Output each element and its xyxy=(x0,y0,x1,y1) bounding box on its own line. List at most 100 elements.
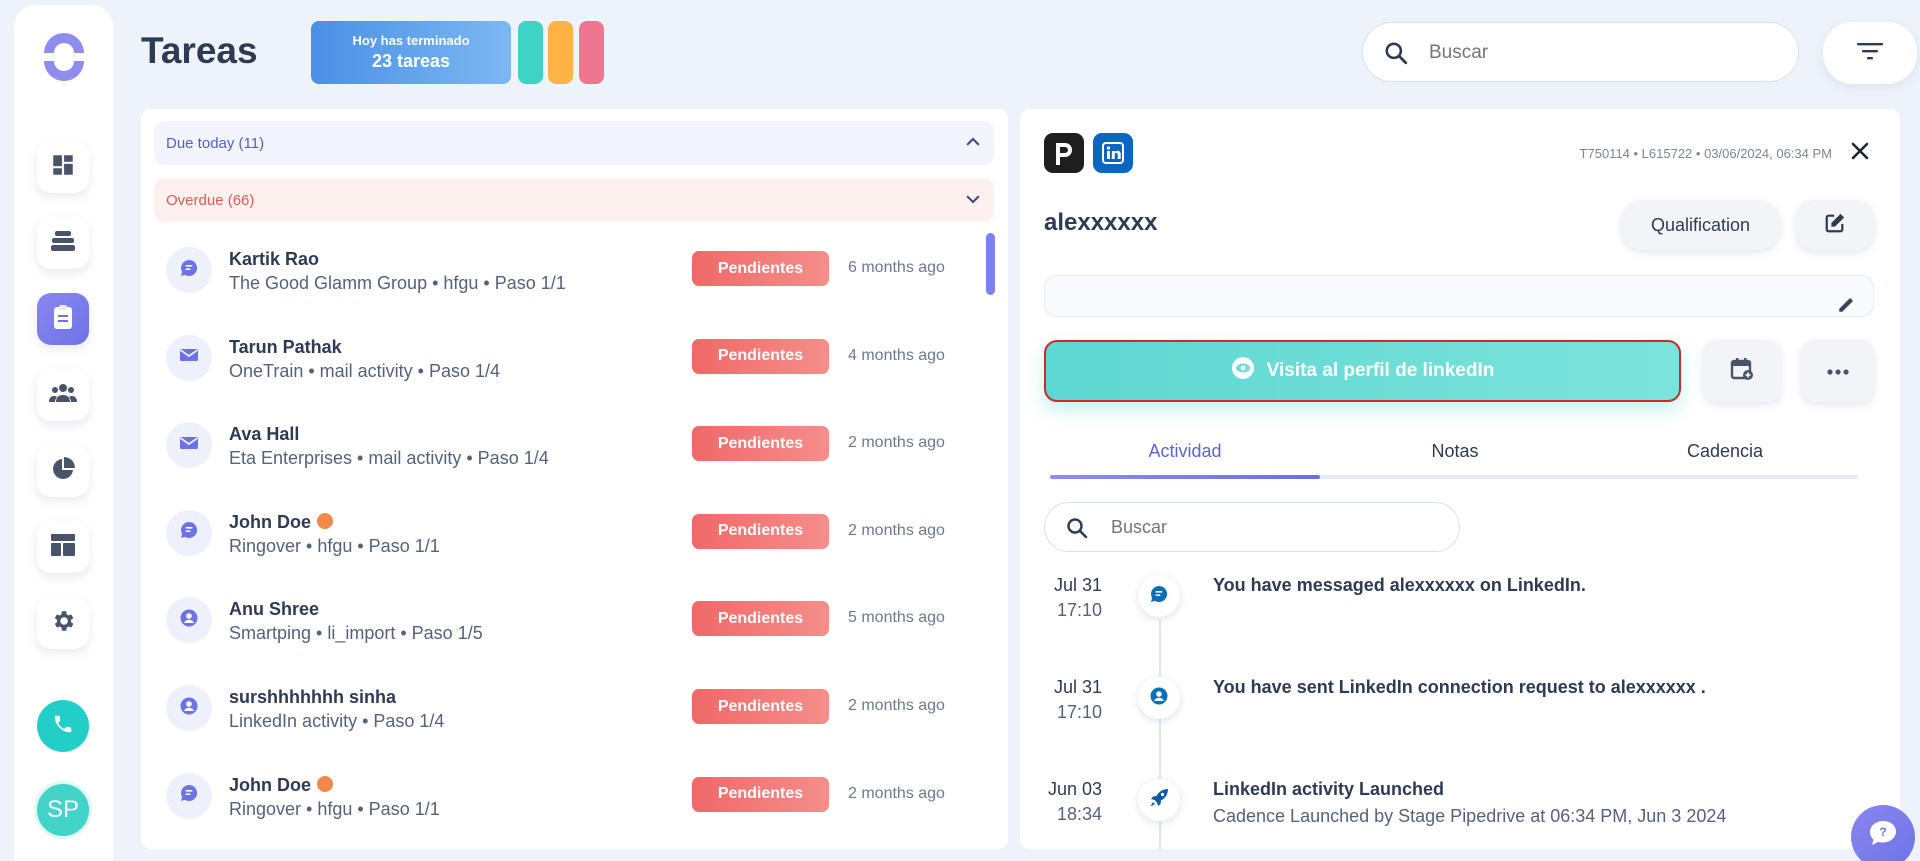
sidebar-item-contacts[interactable] xyxy=(37,369,89,421)
basketball-emoji-icon xyxy=(317,775,334,792)
tasks-done-count: 23 tareas xyxy=(371,51,451,71)
task-detail-panel: T750114 • L615722 • 03/06/2024, 06:34 PM… xyxy=(1020,109,1900,849)
gear-icon xyxy=(50,608,76,639)
user-icon xyxy=(180,609,198,632)
stat-pill[interactable] xyxy=(548,21,573,84)
task-subtitle: Ringover • hfgu • Paso 1/1 xyxy=(229,535,440,556)
task-subtitle: OneTrain • mail activity • Paso 1/4 xyxy=(229,360,501,381)
visit-linkedin-label: Visita al perfil de linkedIn xyxy=(1266,360,1495,381)
task-type-avatar xyxy=(166,685,212,731)
event-date: Jun 03 xyxy=(1047,779,1102,799)
sidebar-item-dashboard[interactable] xyxy=(37,141,89,193)
more-button[interactable] xyxy=(1801,340,1874,402)
task-contact-name[interactable]: John Doe xyxy=(229,512,334,533)
sidebar-item-templates[interactable] xyxy=(37,521,89,573)
status-badge[interactable]: Pendientes xyxy=(692,689,829,724)
event-description: Cadence Launched by Stage Pipedrive at 0… xyxy=(1213,806,1727,826)
event-time: 17:10 xyxy=(1056,702,1102,722)
task-contact-name[interactable]: Tarun Pathak xyxy=(229,337,342,358)
task-contact-name[interactable]: Anu Shree xyxy=(229,599,319,620)
task-type-avatar xyxy=(166,509,212,556)
pencil-icon[interactable] xyxy=(1837,296,1855,319)
sidebar-item-tasks[interactable] xyxy=(37,293,89,345)
filter-button[interactable] xyxy=(1823,22,1917,84)
group-due-today[interactable]: Due today (11) xyxy=(154,121,994,165)
task-contact-name[interactable]: John Doe xyxy=(229,775,334,796)
contact-name: alexxxxxx xyxy=(1044,209,1158,236)
status-badge[interactable]: Pendientes xyxy=(692,251,829,286)
visit-linkedin-button[interactable]: Visita al perfil de linkedIn xyxy=(1044,340,1681,402)
task-age: 2 months ago xyxy=(848,521,945,539)
task-type-avatar xyxy=(166,247,212,293)
chat-icon xyxy=(180,259,198,282)
event-icon-badge xyxy=(1138,779,1180,821)
layers-icon xyxy=(49,228,77,259)
status-badge[interactable]: Pendientes xyxy=(692,601,829,637)
task-contact-name[interactable]: Kartik Rao xyxy=(229,249,319,270)
edit-button[interactable] xyxy=(1796,200,1874,250)
status-badge[interactable]: Pendientes xyxy=(692,338,829,374)
linkedin-icon[interactable] xyxy=(1093,133,1133,173)
mail-icon xyxy=(179,347,199,368)
top-search-input[interactable] xyxy=(1429,39,1769,67)
group-overdue[interactable]: Overdue (66) xyxy=(154,178,994,222)
tab-cadencia[interactable]: Cadencia xyxy=(1590,441,1860,462)
eye-icon xyxy=(1231,356,1255,386)
stat-pill[interactable] xyxy=(518,21,543,84)
task-row[interactable]: John Doe Ringover • hfgu • Paso 1/1 Pendie… xyxy=(166,761,966,831)
mail-icon xyxy=(179,435,199,456)
layout-icon xyxy=(50,533,76,562)
task-row[interactable]: Ava Hall Eta Enterprises • mail activity … xyxy=(166,410,966,480)
event-date: Jul 31 xyxy=(1053,575,1102,595)
task-subtitle: Smartping • li_import • Paso 1/5 xyxy=(229,623,483,644)
task-row[interactable]: surshhhhhhh sinha LinkedIn activity • Pas… xyxy=(166,673,966,743)
close-icon[interactable] xyxy=(1850,141,1870,166)
filter-icon xyxy=(1857,42,1883,65)
timeline-event: Jul 31 17:10 You have sent LinkedIn connec… xyxy=(1044,677,1884,767)
tasks-done-label: Hoy has terminado xyxy=(352,33,470,48)
rocket-icon xyxy=(1149,788,1169,813)
task-contact-name[interactable]: Ava Hall xyxy=(229,424,299,445)
activity-search-input[interactable] xyxy=(1111,514,1431,540)
chevron-up-icon[interactable] xyxy=(964,133,982,155)
tasks-done-card: Hoy has terminado 23 tareas xyxy=(311,21,511,84)
qualification-button[interactable]: Qualification xyxy=(1621,200,1780,250)
tab-actividad[interactable]: Actividad xyxy=(1050,441,1320,462)
status-badge[interactable]: Pendientes xyxy=(692,426,829,462)
status-badge[interactable]: Pendientes xyxy=(692,776,829,812)
task-type-avatar xyxy=(166,334,212,381)
tab-notas[interactable]: Notas xyxy=(1320,441,1590,462)
event-date: Jul 31 xyxy=(1053,677,1102,697)
dashboard-icon xyxy=(50,152,76,183)
schedule-button[interactable] xyxy=(1703,340,1781,402)
search-icon xyxy=(1383,40,1409,71)
pipedrive-icon[interactable] xyxy=(1044,133,1084,173)
tab-underline xyxy=(1050,475,1858,479)
help-chat-button[interactable]: ? xyxy=(1851,805,1915,861)
task-contact-name[interactable]: surshhhhhhh sinha xyxy=(229,687,396,708)
sidebar-item-reports[interactable] xyxy=(37,445,89,497)
event-time: 17:10 xyxy=(1056,600,1102,620)
user-avatar[interactable]: SP xyxy=(34,781,92,839)
phone-icon xyxy=(52,713,74,740)
task-meta: T750114 • L615722 • 03/06/2024, 06:34 PM xyxy=(1579,146,1832,161)
event-title: You have messaged alexxxxxx on LinkedIn. xyxy=(1213,575,1586,595)
chat-icon xyxy=(1150,585,1168,608)
app-logo[interactable] xyxy=(38,31,90,83)
calendar-add-icon xyxy=(1730,357,1754,386)
chevron-down-icon[interactable] xyxy=(964,190,982,212)
task-subtitle: The Good Glamm Group • hfgu • Paso 1/1 xyxy=(229,273,566,293)
sidebar-item-layers[interactable] xyxy=(37,217,89,269)
task-row[interactable]: Tarun Pathak OneTrain • mail activity • P… xyxy=(166,323,966,393)
stat-pill[interactable] xyxy=(579,21,604,84)
notes-field[interactable] xyxy=(1044,275,1874,317)
scrollbar[interactable] xyxy=(986,233,995,295)
phone-button[interactable] xyxy=(37,700,89,752)
task-type-avatar xyxy=(166,422,212,469)
task-row[interactable]: Kartik Rao The Good Glamm Group • hfgu • … xyxy=(166,235,966,305)
task-row[interactable]: Anu Shree Smartping • li_import • Paso 1/… xyxy=(166,585,966,655)
sidebar-item-settings[interactable] xyxy=(37,597,89,649)
page-title: Tareas xyxy=(141,30,258,71)
status-badge[interactable]: Pendientes xyxy=(692,513,829,549)
task-row[interactable]: John Doe Ringover • hfgu • Paso 1/1 Pendie… xyxy=(166,498,966,568)
